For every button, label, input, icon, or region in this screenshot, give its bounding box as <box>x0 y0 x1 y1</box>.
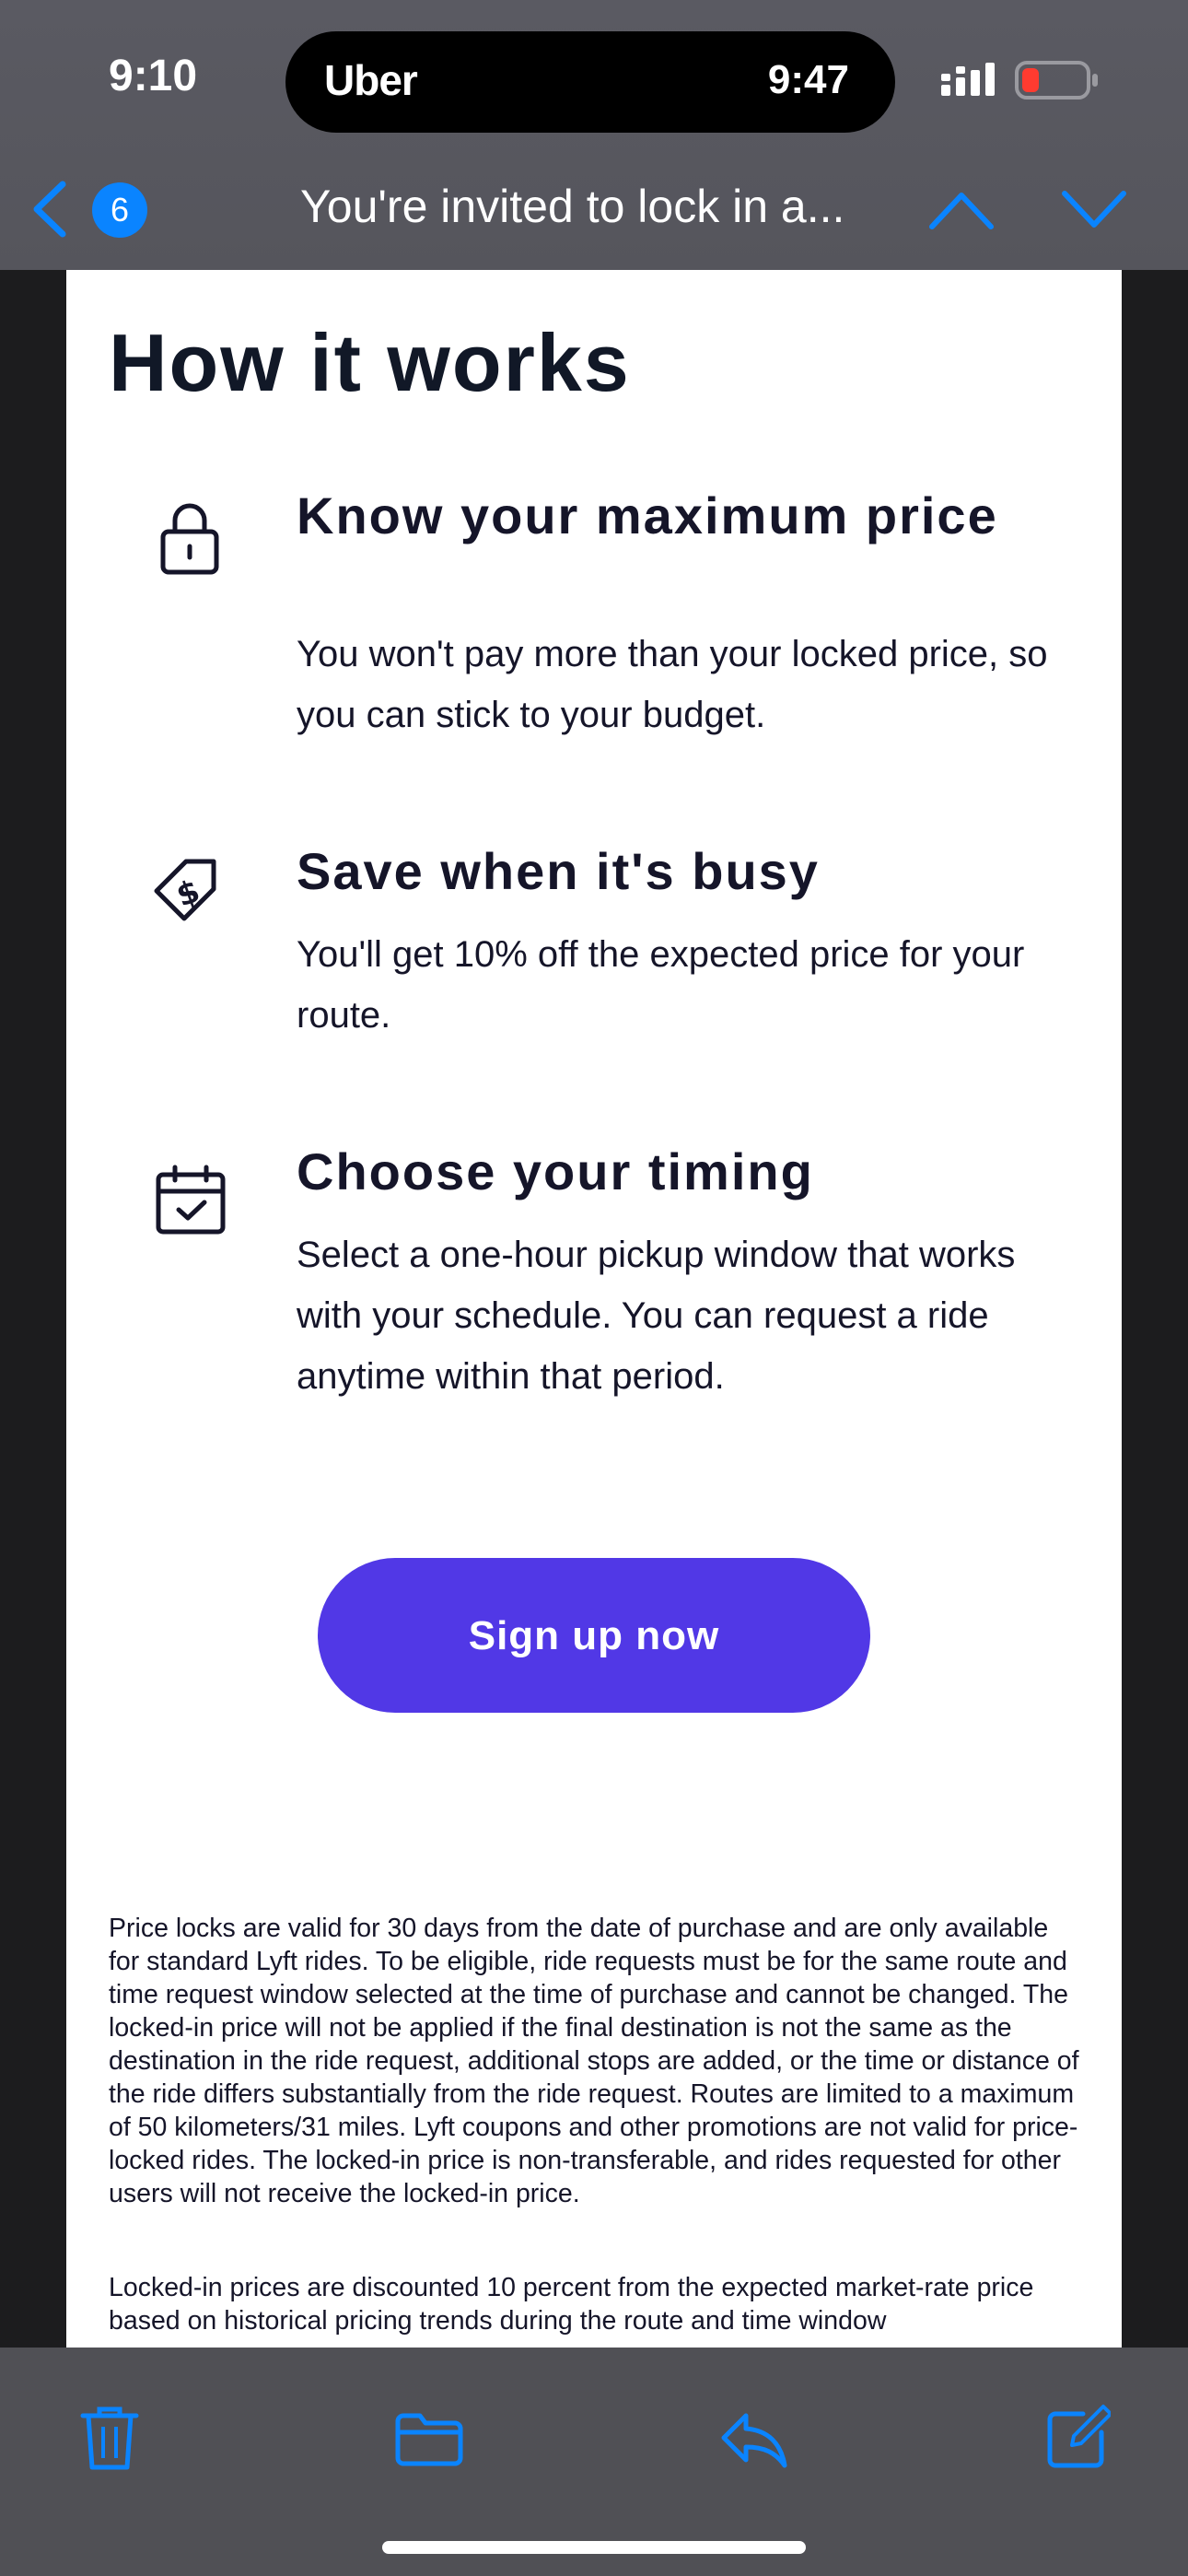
mail-screen: 9:10 Uber 9:47 6 You're invited to lock … <box>0 0 1188 2576</box>
trash-icon[interactable] <box>79 2405 140 2471</box>
email-subject-title: You're invited to lock in a... <box>300 181 845 232</box>
feature-description: You won't pay more than your locked pric… <box>297 634 1048 735</box>
unread-count-badge[interactable]: 6 <box>92 182 147 238</box>
island-app-label: Uber <box>324 56 418 104</box>
email-body: How it works Know your maximum price You… <box>66 270 1122 2348</box>
next-message-chevron-icon[interactable] <box>1059 184 1129 236</box>
feature-title: Choose your timing <box>297 1142 814 1200</box>
section-heading: How it works <box>109 317 631 408</box>
sign-up-button[interactable]: Sign up now <box>318 1558 870 1713</box>
top-bar: 9:10 Uber 9:47 6 You're invited to lock … <box>0 0 1188 270</box>
cellular-signal-icon <box>941 63 995 96</box>
status-time: 9:10 <box>109 52 198 100</box>
reply-icon[interactable] <box>718 2410 788 2469</box>
feature-title: Know your maximum price <box>297 486 998 544</box>
compose-icon[interactable] <box>1046 2403 1111 2469</box>
home-indicator[interactable] <box>382 2541 806 2554</box>
feature-description: You'll get 10% off the expected price fo… <box>297 934 1025 1036</box>
legal-disclaimer: Price locks are valid for 30 days from t… <box>109 1914 1079 2208</box>
battery-low-icon <box>1015 61 1098 100</box>
dollar-tag-icon: $ <box>154 859 216 921</box>
legal-disclaimer: Locked-in prices are discounted 10 perce… <box>109 2273 1034 2336</box>
calendar-check-icon <box>156 1165 226 1235</box>
feature-title: Save when it's busy <box>297 842 820 900</box>
back-chevron-icon[interactable] <box>28 177 74 241</box>
lock-icon <box>160 503 219 575</box>
folder-icon[interactable] <box>394 2412 464 2467</box>
dynamic-island[interactable]: Uber 9:47 <box>285 31 895 133</box>
island-timer: 9:47 <box>767 57 849 102</box>
feature-description: Select a one-hour pickup window that wor… <box>297 1235 1016 1397</box>
previous-message-chevron-icon[interactable] <box>926 184 996 236</box>
